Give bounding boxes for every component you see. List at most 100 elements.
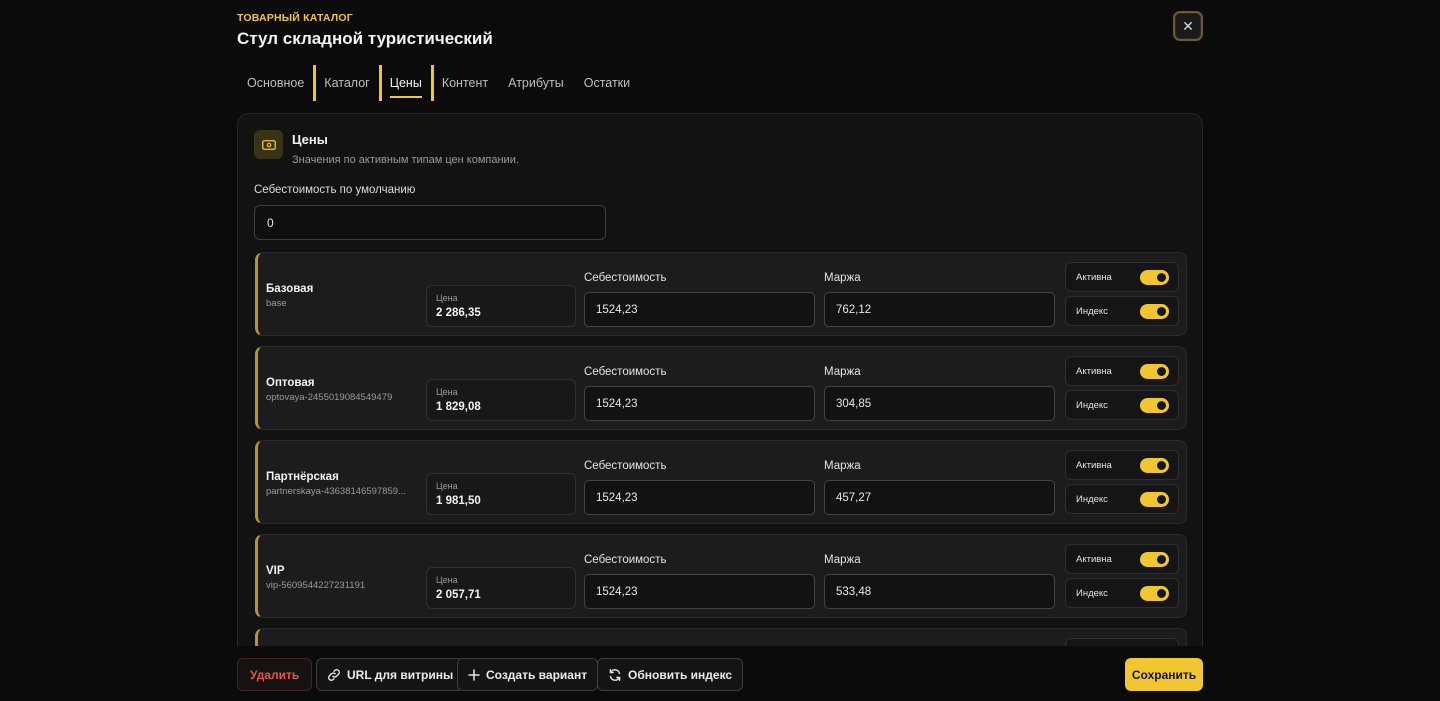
- cost-label: Себестоимость: [584, 460, 667, 472]
- margin-label: Маржа: [824, 366, 861, 378]
- refresh-index-label: Обновить индекс: [628, 667, 733, 682]
- price-display: Цена 1 829,08: [426, 379, 576, 421]
- tab-label: Атрибуты: [508, 76, 564, 90]
- index-switch[interactable]: [1140, 492, 1169, 507]
- section-title: Цены: [292, 132, 328, 147]
- prices-card: Цены Значения по активным типам цен комп…: [237, 113, 1203, 701]
- active-switch[interactable]: [1140, 364, 1169, 379]
- tab-label: Контент: [441, 76, 489, 90]
- link-icon: [328, 668, 340, 681]
- index-switch[interactable]: [1140, 586, 1169, 601]
- margin-label: Маржа: [824, 272, 861, 284]
- price-row: Партнёрская partnerskaya-43638146597859.…: [255, 440, 1187, 524]
- tab-main[interactable]: Основное: [237, 65, 314, 101]
- active-toggle-box: Активна: [1065, 544, 1179, 574]
- price-value: 1 829,08: [436, 401, 481, 413]
- margin-input[interactable]: 304,85: [824, 386, 1055, 421]
- tab-attributes[interactable]: Атрибуты: [498, 65, 574, 101]
- cost-label: Себестоимость: [584, 366, 667, 378]
- margin-input[interactable]: 762,12: [824, 292, 1055, 327]
- price-display: Цена 2 286,35: [426, 285, 576, 327]
- price-label: Цена: [436, 481, 458, 491]
- cost-label: Себестоимость: [584, 554, 667, 566]
- price-label: Цена: [436, 293, 458, 303]
- tab-stock[interactable]: Остатки: [574, 65, 640, 101]
- index-label: Индекс: [1076, 400, 1108, 411]
- active-switch[interactable]: [1140, 552, 1169, 567]
- index-toggle-box: Индекс: [1065, 390, 1179, 420]
- active-label: Активна: [1076, 366, 1112, 377]
- active-switch[interactable]: [1140, 270, 1169, 285]
- refresh-icon: [609, 668, 621, 681]
- price-type-name: Базовая: [266, 283, 314, 295]
- page-title: Стул складной туристический: [237, 29, 493, 48]
- price-value: 2 057,71: [436, 589, 481, 601]
- price-display: Цена 1 981,50: [426, 473, 576, 515]
- create-variant-label: Создать вариант: [486, 667, 588, 682]
- price-type-code: optovaya-2455019084549479: [266, 392, 393, 403]
- save-label: Сохранить: [1131, 667, 1197, 682]
- tab-label: Основное: [247, 76, 305, 90]
- cost-input[interactable]: 1524,23: [584, 480, 815, 515]
- storefront-url-label: URL для витрины: [347, 667, 454, 682]
- default-cost-label: Себестоимость по умолчанию: [254, 184, 416, 196]
- price-type-name: Партнёрская: [266, 471, 339, 483]
- tab-label: Цены: [389, 76, 422, 98]
- price-row: Базовая base Цена 2 286,35 Себестоимость…: [255, 252, 1187, 336]
- cost-input[interactable]: 1524,23: [584, 292, 815, 327]
- price-type-name: VIP: [266, 565, 285, 577]
- tab-content[interactable]: Контент: [430, 65, 498, 101]
- index-toggle-box: Индекс: [1065, 578, 1179, 608]
- footer-actions: Удалить URL для витрины Создать вариант …: [237, 658, 1203, 691]
- price-type-code: partnerskaya-43638146597859...: [266, 486, 406, 497]
- tab-label: Остатки: [583, 76, 631, 90]
- modal-eyebrow: ТОВАРНЫЙ КАТАЛОГ: [237, 12, 353, 24]
- price-row: Оптовая optovaya-2455019084549479 Цена 1…: [255, 346, 1187, 430]
- active-toggle-box: Активна: [1065, 262, 1179, 292]
- price-display: Цена 2 057,71: [426, 567, 576, 609]
- price-label: Цена: [436, 575, 458, 585]
- tab-label: Каталог: [324, 76, 370, 90]
- index-label: Индекс: [1076, 306, 1108, 317]
- price-type-name: Оптовая: [266, 377, 315, 389]
- index-switch[interactable]: [1140, 304, 1169, 319]
- active-toggle-box: Активна: [1065, 356, 1179, 386]
- section-subtitle: Значения по активным типам цен компании.: [292, 154, 519, 166]
- price-type-code: vip-5609544227231191: [266, 580, 366, 591]
- close-icon: ✕: [1182, 17, 1194, 34]
- price-value: 2 286,35: [436, 307, 481, 319]
- active-label: Активна: [1076, 554, 1112, 565]
- refresh-index-button[interactable]: Обновить индекс: [597, 658, 744, 691]
- delete-button[interactable]: Удалить: [237, 658, 313, 691]
- storefront-url-button[interactable]: URL для витрины: [316, 658, 465, 691]
- price-label: Цена: [436, 387, 458, 397]
- active-label: Активна: [1076, 460, 1112, 471]
- delete-label: Удалить: [250, 667, 300, 682]
- price-value: 1 981,50: [436, 495, 481, 507]
- product-modal: ТОВАРНЫЙ КАТАЛОГ Стул складной туристиче…: [237, 0, 1203, 701]
- default-cost-input[interactable]: 0: [254, 205, 606, 240]
- cost-input[interactable]: 1524,23: [584, 386, 815, 421]
- cost-input[interactable]: 1524,23: [584, 574, 815, 609]
- index-toggle-box: Индекс: [1065, 484, 1179, 514]
- close-button[interactable]: ✕: [1173, 11, 1203, 41]
- index-label: Индекс: [1076, 588, 1108, 599]
- index-switch[interactable]: [1140, 398, 1169, 413]
- tab-catalog[interactable]: Каталог: [313, 65, 379, 101]
- save-button[interactable]: Сохранить: [1125, 658, 1203, 691]
- margin-label: Маржа: [824, 460, 861, 472]
- active-label: Активна: [1076, 272, 1112, 283]
- active-switch[interactable]: [1140, 458, 1169, 473]
- plus-icon: [468, 668, 480, 681]
- index-toggle-box: Индекс: [1065, 296, 1179, 326]
- index-label: Индекс: [1076, 494, 1108, 505]
- price-type-code: base: [266, 298, 287, 309]
- banknote-icon: [254, 130, 283, 159]
- create-variant-button[interactable]: Создать вариант: [457, 658, 599, 691]
- tab-bar: Основное Каталог Цены Контент Атрибуты О…: [237, 65, 640, 101]
- margin-label: Маржа: [824, 554, 861, 566]
- margin-input[interactable]: 533,48: [824, 574, 1055, 609]
- active-toggle-box: Активна: [1065, 450, 1179, 480]
- margin-input[interactable]: 457,27: [824, 480, 1055, 515]
- tab-prices[interactable]: Цены: [378, 65, 432, 101]
